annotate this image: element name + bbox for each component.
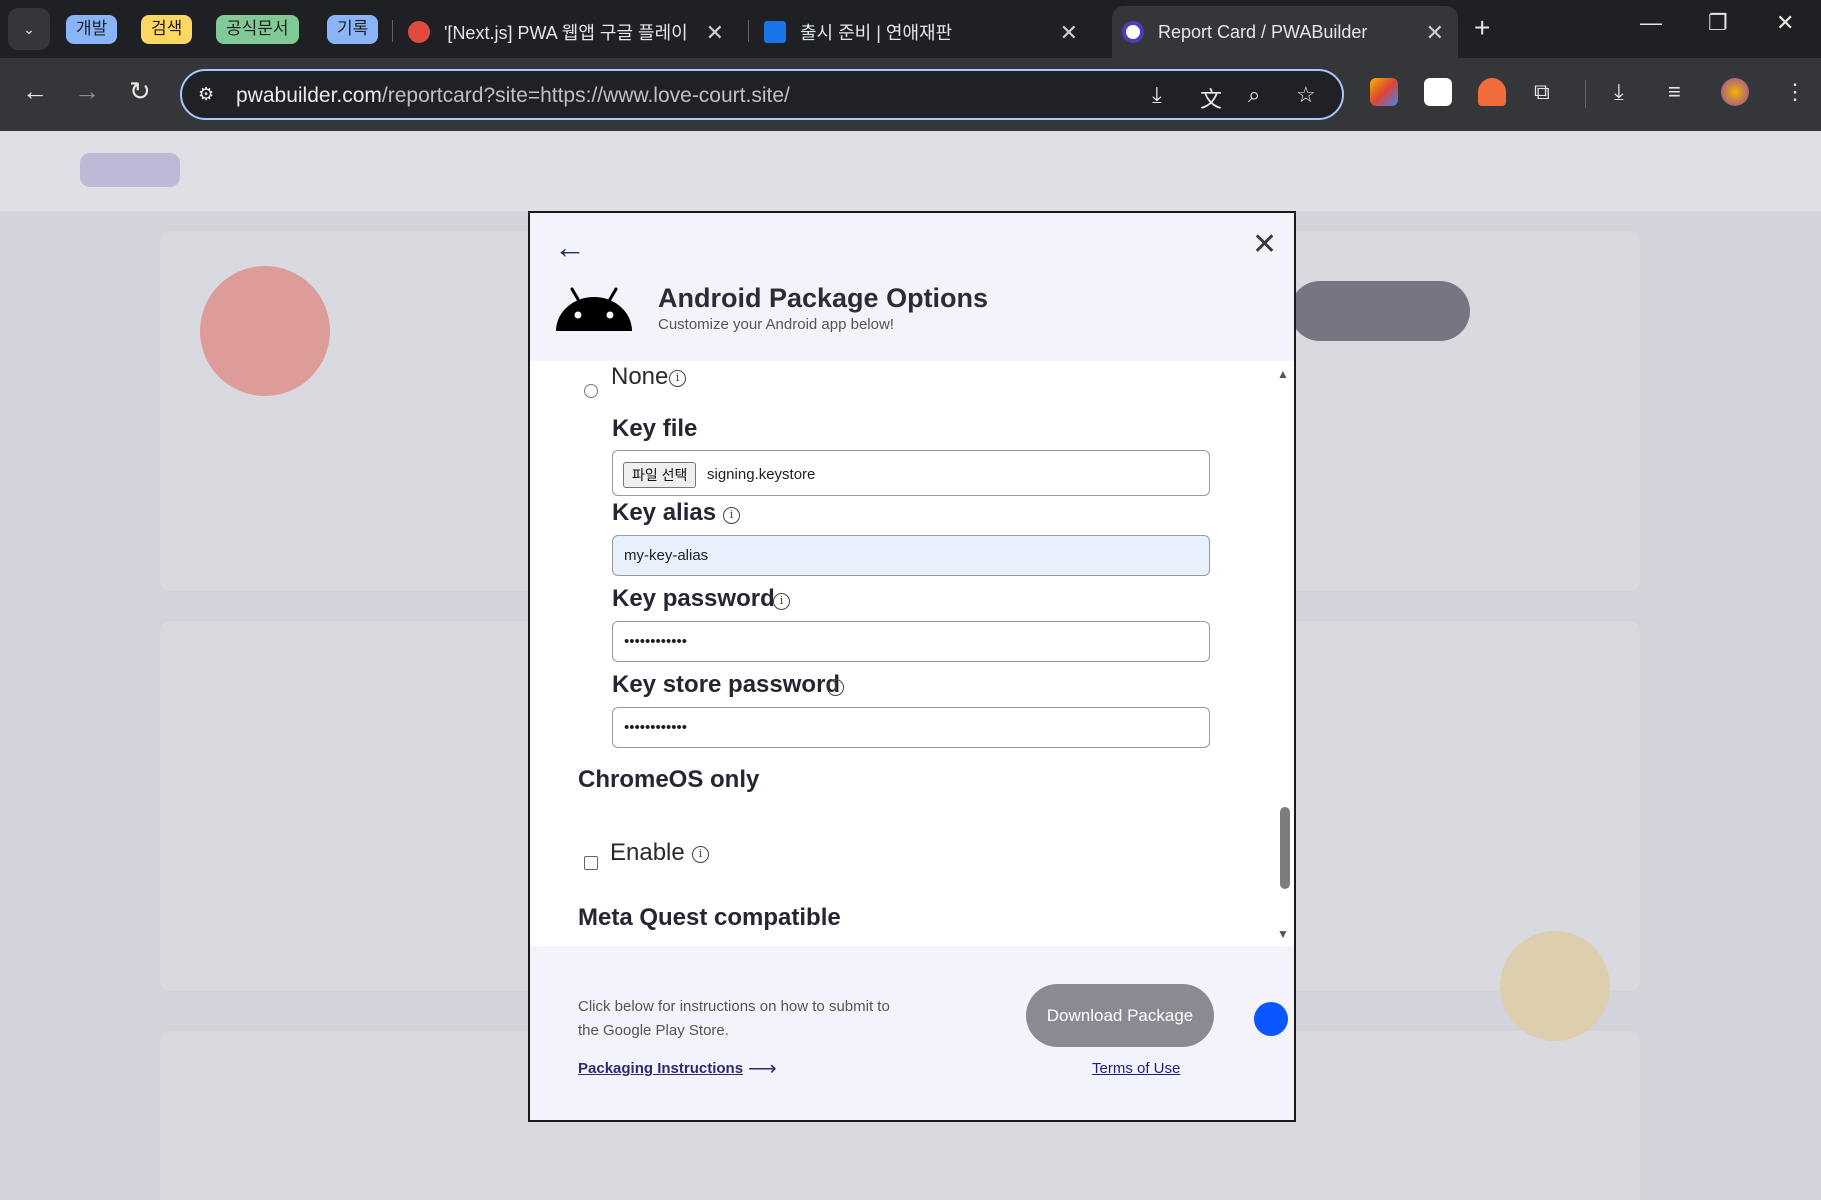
info-icon[interactable]: i: [827, 679, 844, 696]
key-alias-label: Key alias: [612, 499, 717, 526]
profile-avatar[interactable]: [1721, 78, 1749, 106]
scrollbar-thumb[interactable]: [1280, 807, 1290, 889]
scroll-down-icon[interactable]: ▼: [1277, 927, 1289, 941]
tab-group-dev[interactable]: 개발: [66, 15, 118, 44]
submission-instructions-text: Click below for instructions on how to s…: [578, 998, 890, 1039]
download-package-button[interactable]: Download Package: [1026, 984, 1214, 1047]
close-icon[interactable]: ✕: [706, 20, 724, 46]
new-tab-button[interactable]: +: [1474, 12, 1490, 44]
status-dot-icon: [1254, 1002, 1288, 1036]
tab-title: Report Card / PWABuilder: [1158, 21, 1368, 42]
arrow-right-icon: ⟶: [748, 1058, 777, 1080]
key-file-input[interactable]: 파일 선택 signing.keystore: [612, 450, 1210, 496]
url-host: pwabuilder.com: [236, 84, 382, 107]
info-icon[interactable]: i: [692, 846, 709, 863]
tab-group-log[interactable]: 기록: [327, 15, 379, 44]
install-app-icon[interactable]: ⤓: [1152, 82, 1162, 108]
close-icon[interactable]: ✕: [1060, 20, 1078, 46]
url-text: pwabuilder.com/reportcard?site=https://w…: [236, 84, 790, 108]
android-icon: [556, 287, 632, 331]
choose-file-button[interactable]: 파일 선택: [623, 462, 697, 488]
chromeos-enable-label: Enable: [610, 839, 685, 866]
selected-filename: signing.keystore: [707, 466, 816, 483]
tab-launch-prep[interactable]: 출시 준비 | 연애재판 ✕: [764, 6, 1092, 58]
close-icon[interactable]: ✕: [1252, 227, 1277, 262]
tab-velog[interactable]: '[Next.js] PWA 웹앱 구글 플레이 ✕: [408, 6, 738, 58]
browser-tab-bar: ⌄ 개발 검색 공식문서 기록 '[Next.js] PWA 웹앱 구글 플레이…: [0, 0, 1821, 58]
modal-scroll-body[interactable]: None i Key file 파일 선택 signing.keystore K…: [530, 361, 1294, 946]
tab-report-card[interactable]: Report Card / PWABuilder ✕: [1112, 6, 1458, 58]
extensions-puzzle-icon[interactable]: ⧉: [1534, 79, 1550, 105]
browser-toolbar: ← → ↻ ⚙ pwabuilder.com/reportcard?site=h…: [0, 58, 1821, 131]
close-window-icon[interactable]: ✕: [1776, 10, 1794, 36]
modal-subtitle: Customize your Android app below!: [658, 316, 894, 333]
key-alias-input[interactable]: my-key-alias: [612, 535, 1210, 576]
bookmark-star-icon[interactable]: ☆: [1296, 82, 1316, 108]
minimize-icon[interactable]: —: [1640, 10, 1662, 36]
meta-quest-heading: Meta Quest compatible: [578, 904, 841, 931]
back-icon[interactable]: ←: [22, 76, 48, 107]
restore-icon[interactable]: ❐: [1708, 10, 1728, 36]
media-control-icon[interactable]: ≡: [1668, 79, 1681, 105]
translate-icon[interactable]: 文: [1200, 82, 1222, 114]
chromeos-heading: ChromeOS only: [578, 766, 760, 793]
info-icon[interactable]: i: [669, 370, 686, 387]
tab-separator: [392, 20, 393, 42]
velog-icon: [408, 21, 430, 43]
chromeos-enable-checkbox[interactable]: [584, 856, 598, 870]
downloads-icon[interactable]: ⤓: [1614, 79, 1624, 105]
extension-color-icon[interactable]: [1370, 78, 1398, 106]
modal-scrollbar[interactable]: ▲ ▼: [1274, 361, 1294, 946]
address-bar[interactable]: ⚙ pwabuilder.com/reportcard?site=https:/…: [180, 69, 1344, 120]
tab-group-docs[interactable]: 공식문서: [216, 15, 299, 44]
key-file-label: Key file: [612, 415, 698, 442]
forward-icon[interactable]: →: [74, 76, 100, 107]
pwabuilder-icon: [1122, 21, 1144, 43]
close-icon[interactable]: ✕: [1426, 20, 1444, 46]
scroll-up-icon[interactable]: ▲: [1277, 367, 1289, 381]
signing-none-radio[interactable]: [584, 384, 598, 398]
modal-title: Android Package Options: [658, 283, 989, 313]
tab-title: 출시 준비 | 연애재판: [800, 23, 953, 43]
menu-kebab-icon[interactable]: ⋮: [1784, 79, 1806, 105]
notion-calendar-icon: [764, 21, 786, 43]
modal-header: ← ✕ Android Package Options Customize yo…: [530, 213, 1294, 361]
extension-dev-icon[interactable]: [1424, 78, 1452, 106]
key-store-password-label: Key store password: [612, 671, 841, 698]
key-password-label: Key password: [612, 585, 775, 612]
url-path: /reportcard?site=https://www.love-court.…: [381, 84, 790, 107]
tab-separator: [748, 20, 749, 42]
tab-title: '[Next.js] PWA 웹앱 구글 플레이: [444, 23, 688, 43]
back-arrow-icon[interactable]: ←: [554, 229, 586, 266]
signing-none-label: None: [611, 363, 669, 390]
tab-search-button[interactable]: ⌄: [8, 8, 50, 50]
chevron-down-icon: ⌄: [23, 20, 35, 37]
terms-of-use-link[interactable]: Terms of Use: [1092, 1060, 1180, 1077]
reload-icon[interactable]: ↻: [129, 76, 151, 107]
key-password-input[interactable]: ••••••••••••: [612, 621, 1210, 662]
extension-fox-icon[interactable]: [1478, 78, 1506, 106]
info-icon[interactable]: i: [773, 593, 790, 610]
packaging-instructions-link[interactable]: Packaging Instructions: [578, 1060, 743, 1077]
zoom-icon[interactable]: ⌕: [1248, 82, 1260, 108]
site-settings-icon[interactable]: ⚙: [198, 84, 214, 105]
info-icon[interactable]: i: [723, 507, 740, 524]
modal-footer: Click below for instructions on how to s…: [530, 946, 1294, 1120]
toolbar-divider: [1585, 80, 1586, 108]
android-package-options-modal: ← ✕ Android Package Options Customize yo…: [528, 211, 1296, 1122]
tab-group-search[interactable]: 검색: [141, 15, 193, 44]
key-store-password-input[interactable]: ••••••••••••: [612, 707, 1210, 748]
